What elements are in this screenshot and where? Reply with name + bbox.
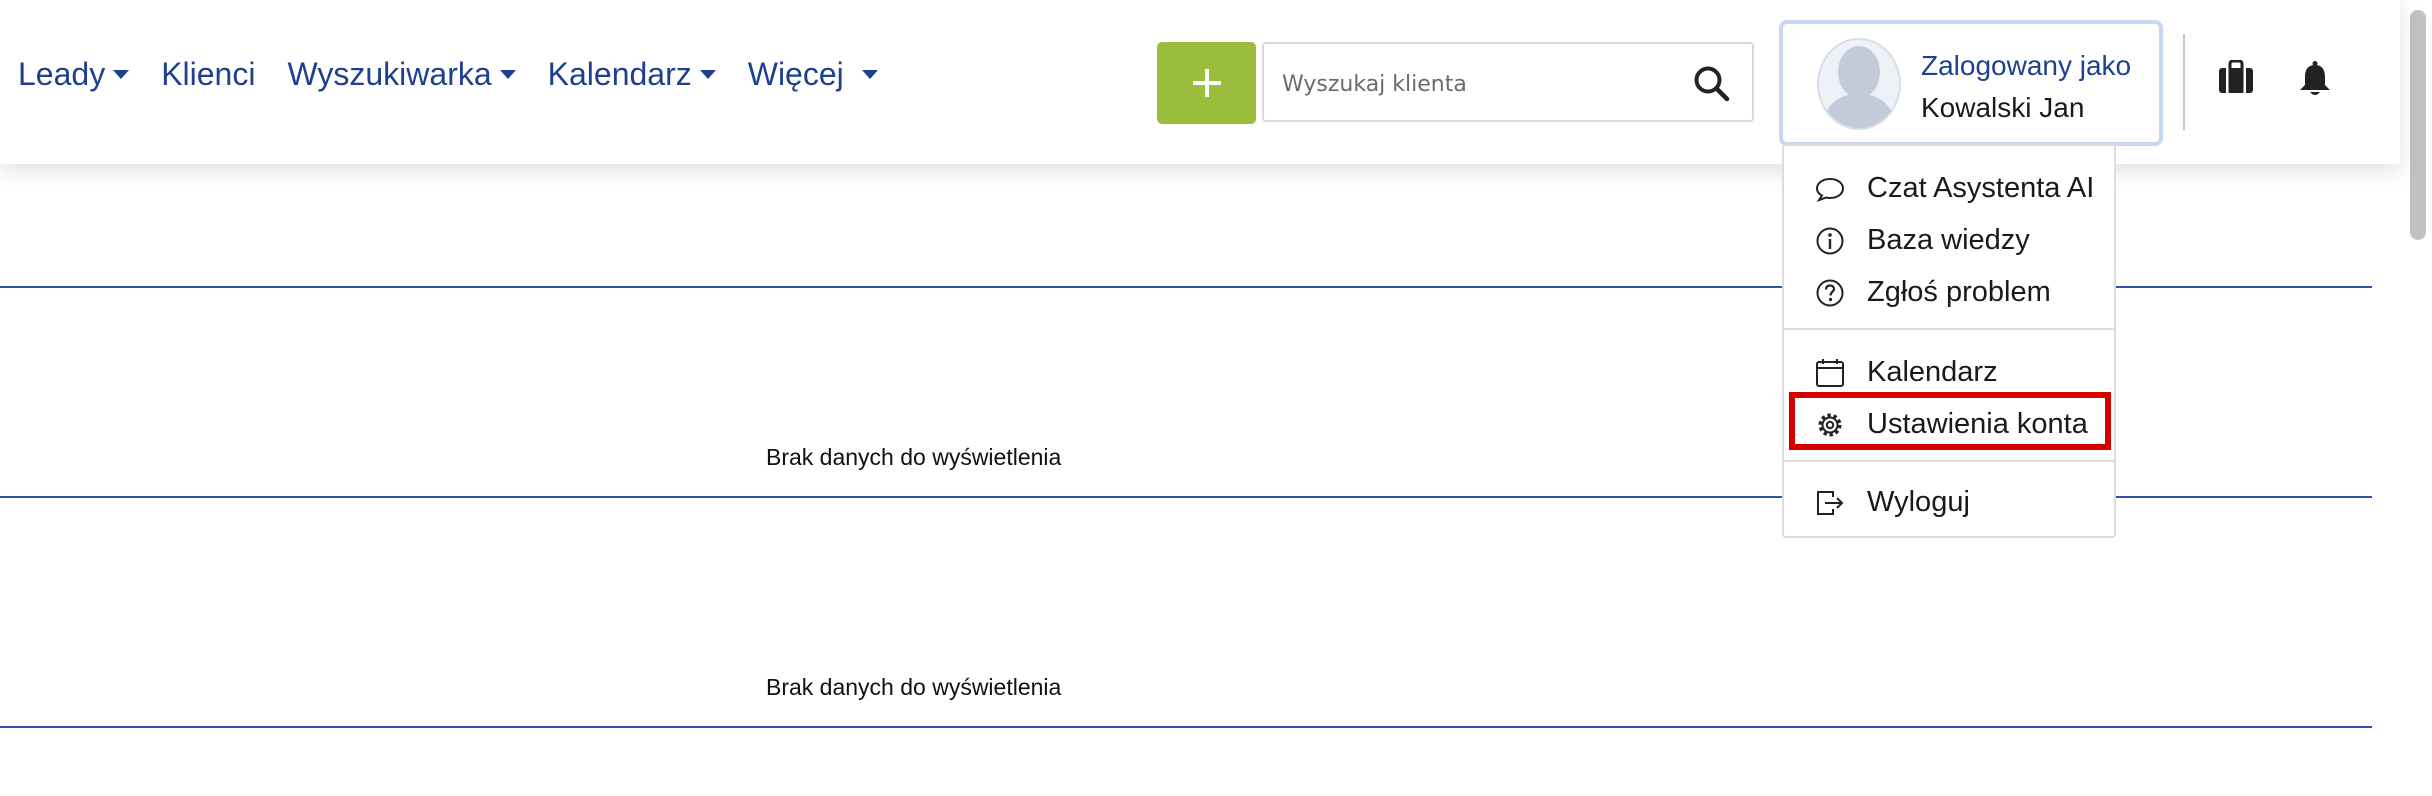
menu-item-report-problem[interactable]: Zgłoś problem	[1784, 268, 2114, 318]
nav-item-leady[interactable]: Leady	[18, 56, 130, 92]
caret-down-icon	[499, 69, 516, 79]
empty-state-message: Brak danych do wyświetlenia	[766, 674, 1062, 700]
menu-item-label: Czat Asystenta AI	[1867, 172, 2095, 204]
user-name: Kowalski Jan	[1921, 92, 2085, 123]
search-input[interactable]	[1282, 62, 1662, 106]
gear-icon	[1818, 413, 1842, 437]
nav-item-kalendarz[interactable]: Kalendarz	[548, 58, 716, 90]
user-dropdown-menu: Czat Asystenta AI Baza wiedzy Zgłoś prob…	[1782, 144, 2116, 538]
menu-item-calendar[interactable]: Kalendarz	[1784, 348, 2114, 398]
briefcase-icon[interactable]	[2218, 60, 2254, 94]
menu-item-label: Zgłoś problem	[1867, 276, 2051, 308]
chat-bubble-icon	[1815, 177, 1845, 202]
nav-item-label: Kalendarz	[547, 56, 692, 92]
nav-item-wiecej[interactable]: Więcej	[748, 58, 878, 90]
add-client-button[interactable]	[1157, 42, 1256, 124]
menu-item-label: Ustawienia konta	[1867, 408, 2088, 440]
bell-icon[interactable]	[2298, 60, 2332, 98]
menu-divider	[1784, 328, 2114, 330]
header-divider	[2183, 34, 2185, 130]
nav-item-label: Klienci	[161, 56, 256, 92]
plus-icon	[1192, 69, 1221, 97]
caret-down-icon	[861, 69, 878, 79]
top-navbar: Leady Klienci Wyszukiwarka Kalendarz Wię…	[0, 0, 2400, 164]
logout-icon	[1817, 491, 1844, 515]
calendar-icon	[1816, 359, 1844, 387]
nav-item-label: Więcej	[747, 56, 844, 92]
menu-item-ai-chat[interactable]: Czat Asystenta AI	[1784, 164, 2114, 214]
menu-divider	[1784, 460, 2114, 462]
avatar	[1817, 38, 1901, 130]
menu-item-account-settings[interactable]: Ustawienia konta	[1784, 400, 2114, 450]
empty-state-message: Brak danych do wyświetlenia	[766, 444, 1062, 470]
menu-item-label: Wyloguj	[1867, 486, 1970, 518]
menu-item-logout[interactable]: Wyloguj	[1784, 478, 2114, 528]
caret-down-icon	[113, 69, 130, 79]
nav-item-label: Wyszukiwarka	[287, 56, 492, 92]
info-circle-icon	[1816, 227, 1844, 255]
scrollbar-thumb[interactable]	[2410, 10, 2426, 240]
search-icon[interactable]	[1692, 64, 1732, 104]
main-nav: Leady Klienci Wyszukiwarka Kalendarz Wię…	[18, 58, 910, 90]
user-menu-toggle[interactable]: Zalogowany jako Kowalski Jan	[1779, 20, 2163, 146]
logged-in-label: Zalogowany jako	[1921, 50, 2132, 81]
section-divider	[0, 726, 2372, 728]
menu-item-label: Kalendarz	[1867, 356, 1998, 388]
client-search-box	[1262, 42, 1754, 122]
nav-item-klienci[interactable]: Klienci	[161, 58, 255, 90]
menu-item-knowledge-base[interactable]: Baza wiedzy	[1784, 216, 2114, 266]
caret-down-icon	[699, 69, 716, 79]
nav-item-label: Leady	[18, 56, 106, 92]
menu-item-label: Baza wiedzy	[1867, 224, 2030, 256]
question-circle-icon	[1816, 279, 1844, 307]
nav-item-wyszukiwarka[interactable]: Wyszukiwarka	[287, 56, 516, 92]
